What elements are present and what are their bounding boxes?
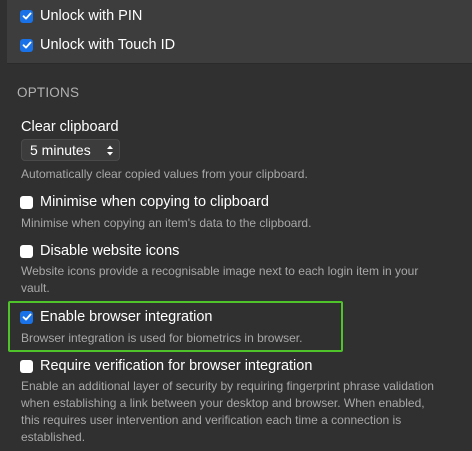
require-verification-label: Require verification for browser integra… [40,358,313,374]
browser-integration-help: Browser integration is used for biometri… [21,331,303,345]
require-verification-help-2: when establishing a link between your de… [21,396,425,410]
minimise-copy-label: Minimise when copying to clipboard [40,194,269,210]
checkbox-unchecked-icon[interactable] [20,195,33,209]
checkbox-checked-icon[interactable] [20,38,33,52]
checkbox-checked-icon[interactable] [20,310,33,324]
unlock-touch-id-row[interactable]: Unlock with Touch ID [20,37,175,53]
checkbox-unchecked-icon[interactable] [20,244,33,258]
minimise-copy-help: Minimise when copying an item's data to … [21,216,312,230]
unlock-touch-id-label: Unlock with Touch ID [40,37,176,53]
require-verification-help-1: Enable an additional layer of security b… [21,379,434,393]
options-section-title: OPTIONS [17,85,80,100]
clear-clipboard-label: Clear clipboard [21,119,119,135]
minimise-copy-row[interactable]: Minimise when copying to clipboard [20,194,269,210]
clear-clipboard-select[interactable]: 5 minutes [21,139,120,161]
select-arrows-icon [107,145,113,156]
require-verification-help-3: this requires user intervention and veri… [21,413,402,427]
checkbox-unchecked-icon[interactable] [20,359,33,373]
security-panel: Unlock with PIN Unlock with Touch ID [7,0,472,64]
browser-integration-label: Enable browser integration [40,309,213,325]
disable-icons-row[interactable]: Disable website icons [20,243,179,259]
disable-icons-help-2: vault. [21,281,50,295]
browser-integration-row[interactable]: Enable browser integration [20,309,213,325]
unlock-pin-row[interactable]: Unlock with PIN [20,8,142,24]
require-verification-help-4: established. [21,430,86,444]
checkbox-checked-icon[interactable] [20,9,33,23]
disable-icons-label: Disable website icons [40,243,180,259]
clear-clipboard-help: Automatically clear copied values from y… [21,167,308,181]
unlock-pin-label: Unlock with PIN [40,8,143,24]
require-verification-row[interactable]: Require verification for browser integra… [20,358,312,374]
disable-icons-help-1: Website icons provide a recognisable ima… [21,264,419,278]
clear-clipboard-value: 5 minutes [30,142,91,158]
